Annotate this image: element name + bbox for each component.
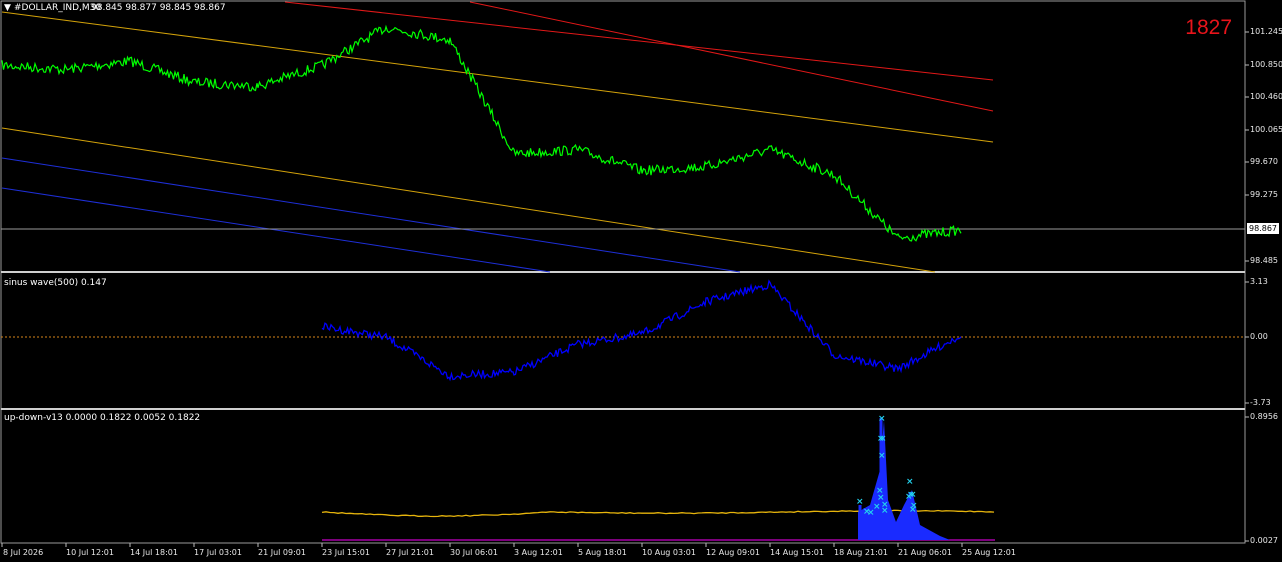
- time-label: 30 Jul 06:01: [450, 548, 498, 557]
- time-label: 3 Aug 12:01: [514, 548, 563, 557]
- up-down-cross-marker: ×: [881, 506, 889, 516]
- time-label: 25 Aug 12:01: [962, 548, 1016, 557]
- price-label: 101.245: [1250, 27, 1282, 36]
- time-label: 14 Aug 15:01: [770, 548, 824, 557]
- up-down-cross-marker: ×: [873, 502, 881, 512]
- time-label: 21 Aug 06:01: [898, 548, 952, 557]
- time-label: 14 Jul 18:01: [130, 548, 178, 557]
- sinus-wave-line: [321, 279, 962, 382]
- chart-canvas[interactable]: ××××××××××××××××××: [0, 0, 1282, 562]
- up-down-histogram-area: [858, 420, 950, 540]
- up-down-cross-marker: ×: [878, 451, 886, 461]
- time-label: 12 Aug 09:01: [706, 548, 760, 557]
- sinus-axis-label: 0.00: [1250, 332, 1268, 341]
- up-down-cross-marker: ×: [909, 505, 917, 515]
- symbol-title: #DOLLAR_IND,M30: [14, 3, 102, 13]
- price-line: [1, 24, 962, 242]
- price-label: 100.065: [1250, 125, 1282, 134]
- price-label: 98.485: [1250, 256, 1278, 265]
- price-label: 100.460: [1250, 92, 1282, 101]
- up-down-axis-label: 0.0027: [1250, 536, 1278, 545]
- up-down-cross-marker: ×: [909, 490, 917, 500]
- bar-counter: 1827: [1185, 16, 1232, 39]
- up-down-axis-label: 0.8956: [1250, 412, 1278, 421]
- price-label: 99.275: [1250, 190, 1278, 199]
- sinus-wave-title: sinus wave(500) 0.147: [4, 278, 107, 288]
- sinus-axis-label: -3.73: [1250, 398, 1271, 407]
- channel-line-red: [469, 1, 994, 112]
- time-label: 17 Jul 03:01: [194, 548, 242, 557]
- time-label: 23 Jul 15:01: [322, 548, 370, 557]
- up-down-cross-marker: ×: [906, 477, 914, 487]
- channel-line-yellow: [1, 127, 936, 273]
- ohlc-values: 98.845 98.877 98.845 98.867: [91, 3, 226, 13]
- up-down-cross-marker: ×: [879, 434, 887, 444]
- time-label: 5 Aug 18:01: [578, 548, 627, 557]
- current-price-tag: 98.867: [1247, 223, 1279, 234]
- up-down-cross-marker: ×: [878, 414, 886, 424]
- sinus-axis-label: 3.13: [1250, 277, 1268, 286]
- trading-terminal-chart[interactable]: × × × × × × × × × × × × × × × × × × ▼ #DOLLAR_IND,M30 98.…: [0, 0, 1282, 562]
- channel-line-red: [284, 1, 994, 81]
- time-label: 21 Jul 09:01: [258, 548, 306, 557]
- time-label: 8 Jul 2026: [3, 548, 44, 557]
- channel-line-blue: [1, 157, 741, 273]
- time-label: 10 Jul 12:01: [66, 548, 114, 557]
- up-down-cross-marker: ×: [856, 497, 864, 507]
- time-label: 10 Aug 03:01: [642, 548, 696, 557]
- time-label: 18 Aug 21:01: [834, 548, 888, 557]
- price-label: 100.850: [1250, 60, 1282, 69]
- price-label: 99.670: [1250, 157, 1278, 166]
- up-down-title: up-down-v13 0.0000 0.1822 0.0052 0.1822: [4, 413, 201, 423]
- time-label: 27 Jul 21:01: [386, 548, 434, 557]
- symbol-menu-arrow-icon[interactable]: ▼: [4, 3, 11, 13]
